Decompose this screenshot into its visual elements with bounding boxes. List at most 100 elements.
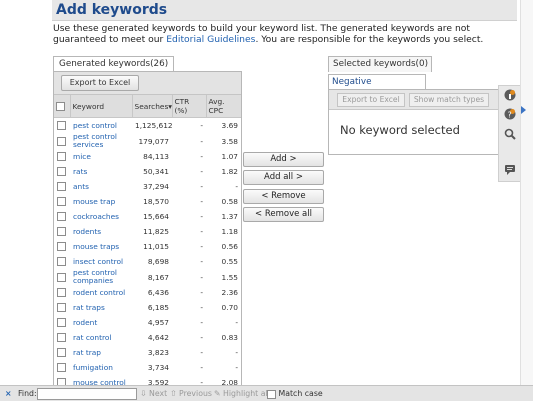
select-all-checkbox[interactable] (56, 101, 65, 111)
keyword-cell[interactable]: rodents (70, 224, 132, 239)
row-checkbox[interactable] (57, 197, 66, 207)
select-all-cell[interactable] (54, 95, 71, 118)
row-checkbox[interactable] (57, 121, 66, 131)
row-checkbox-cell[interactable] (54, 300, 70, 315)
show-match-types-button[interactable]: Show match types (409, 93, 489, 107)
row-checkbox-cell[interactable] (54, 118, 70, 134)
export-to-excel-button[interactable]: Export to Excel (61, 75, 139, 91)
find-input[interactable] (37, 388, 137, 400)
keyword-cell[interactable]: rats (70, 164, 132, 179)
row-checkbox-cell[interactable] (54, 239, 70, 254)
remove-button[interactable]: < Remove (243, 189, 324, 204)
row-checkbox-cell[interactable] (54, 149, 70, 164)
tab-selected-keywords[interactable]: Selected keywords(0) (328, 56, 432, 72)
keyword-cell[interactable]: pest control companies (70, 269, 132, 285)
column-header-keyword[interactable]: Keyword (70, 95, 133, 118)
table-row[interactable]: insect control 8,698 - 0.55 (54, 254, 241, 269)
row-checkbox-cell[interactable] (54, 315, 70, 330)
tab-negative-keywords[interactable]: Negative keywords(0) (328, 74, 426, 101)
keyword-cell[interactable]: pest control services (70, 133, 132, 149)
highlight-all-button[interactable]: ✎ Highlight all (214, 388, 270, 399)
find-previous-button[interactable]: ⇧ Previous (170, 388, 212, 399)
row-checkbox-cell[interactable] (54, 360, 70, 375)
row-checkbox[interactable] (57, 227, 66, 237)
cpc-cell: 0.56 (221, 242, 238, 251)
feedback-icon[interactable] (504, 164, 516, 176)
remove-all-button[interactable]: < Remove all (243, 207, 324, 222)
row-checkbox[interactable] (57, 303, 66, 313)
row-checkbox[interactable] (57, 136, 66, 146)
table-row[interactable]: rat trap 3,823 - - (54, 345, 241, 360)
keyword-cell[interactable]: pest control (70, 118, 132, 134)
table-row[interactable]: rodent 4,957 - - (54, 315, 241, 330)
row-checkbox[interactable] (57, 288, 66, 298)
table-row[interactable]: pest control services 179,077 - 3.58 (54, 133, 241, 149)
column-header-cpc[interactable]: Avg. CPC (206, 95, 241, 118)
row-checkbox-cell[interactable] (54, 345, 70, 360)
table-row[interactable]: rat control 4,642 - 0.83 (54, 330, 241, 345)
row-checkbox-cell[interactable] (54, 179, 70, 194)
keyword-cell[interactable]: mouse trap (70, 194, 132, 209)
column-header-searches[interactable]: Searches▾ (132, 95, 173, 118)
row-checkbox-cell[interactable] (54, 209, 70, 224)
table-row[interactable]: rats 50,341 - 1.82 (54, 164, 241, 179)
keyword-cell[interactable]: fumigation (70, 360, 132, 375)
row-checkbox-cell[interactable] (54, 133, 70, 149)
table-row[interactable]: pest control companies 8,167 - 1.55 (54, 269, 241, 285)
table-row[interactable]: ants 37,294 - - (54, 179, 241, 194)
column-header-ctr[interactable]: CTR (%) (172, 95, 207, 118)
add-button[interactable]: Add > (243, 152, 324, 167)
row-checkbox-cell[interactable] (54, 285, 70, 300)
cpc-cell: 0.83 (221, 333, 238, 342)
find-next-button[interactable]: ⇩ Next (140, 388, 167, 399)
search-icon[interactable] (504, 128, 516, 140)
match-case-checkbox[interactable] (267, 389, 276, 399)
keyword-cell[interactable]: insect control (70, 254, 132, 269)
expand-arrow-icon[interactable] (521, 106, 526, 114)
keyword-cell[interactable]: mice (70, 149, 132, 164)
export-to-excel-disabled-button[interactable]: Export to Excel (337, 93, 405, 107)
table-row[interactable]: pest control 1,125,612 - 3.69 (54, 118, 241, 134)
row-checkbox[interactable] (57, 257, 66, 267)
row-checkbox-cell[interactable] (54, 164, 70, 179)
table-row[interactable]: rat traps 6,185 - 0.70 (54, 300, 241, 315)
row-checkbox-cell[interactable] (54, 254, 70, 269)
row-checkbox[interactable] (57, 212, 66, 222)
table-row[interactable]: mouse traps 11,015 - 0.56 (54, 239, 241, 254)
keyword-cell[interactable]: rat control (70, 330, 132, 345)
add-all-button[interactable]: Add all > (243, 170, 324, 185)
editorial-guidelines-link[interactable]: Editorial Guidelines (166, 34, 255, 45)
table-row[interactable]: rodents 11,825 - 1.18 (54, 224, 241, 239)
row-checkbox[interactable] (57, 333, 66, 343)
row-checkbox[interactable] (57, 348, 66, 358)
table-row[interactable]: fumigation 3,734 - - (54, 360, 241, 375)
row-checkbox[interactable] (57, 318, 66, 328)
row-checkbox[interactable] (57, 242, 66, 252)
keyword-cell[interactable]: rat trap (70, 345, 132, 360)
keyword-cell[interactable]: rodent (70, 315, 132, 330)
row-checkbox[interactable] (57, 152, 66, 162)
info-icon[interactable] (504, 89, 516, 101)
page-scrollbar[interactable] (520, 0, 533, 385)
keyword-cell[interactable]: cockroaches (70, 209, 132, 224)
row-checkbox[interactable] (57, 272, 66, 282)
table-row[interactable]: mice 84,113 - 1.07 (54, 149, 241, 164)
match-case-option[interactable]: Match case (267, 388, 323, 399)
row-checkbox[interactable] (57, 182, 66, 192)
keyword-cell[interactable]: ants (70, 179, 132, 194)
help-icon[interactable]: ? (504, 108, 516, 120)
tab-generated-keywords[interactable]: Generated keywords(26) (53, 56, 175, 72)
table-row[interactable]: mouse trap 18,570 - 0.58 (54, 194, 241, 209)
row-checkbox[interactable] (57, 167, 66, 177)
row-checkbox-cell[interactable] (54, 269, 70, 285)
row-checkbox-cell[interactable] (54, 330, 70, 345)
keyword-cell[interactable]: mouse traps (70, 239, 132, 254)
row-checkbox[interactable] (57, 363, 66, 373)
keyword-cell[interactable]: rat traps (70, 300, 132, 315)
table-row[interactable]: cockroaches 15,664 - 1.37 (54, 209, 241, 224)
keyword-cell[interactable]: rodent control (70, 285, 132, 300)
row-checkbox-cell[interactable] (54, 224, 70, 239)
table-row[interactable]: rodent control 6,436 - 2.36 (54, 285, 241, 300)
row-checkbox-cell[interactable] (54, 194, 70, 209)
close-find-icon[interactable]: × (5, 388, 12, 399)
